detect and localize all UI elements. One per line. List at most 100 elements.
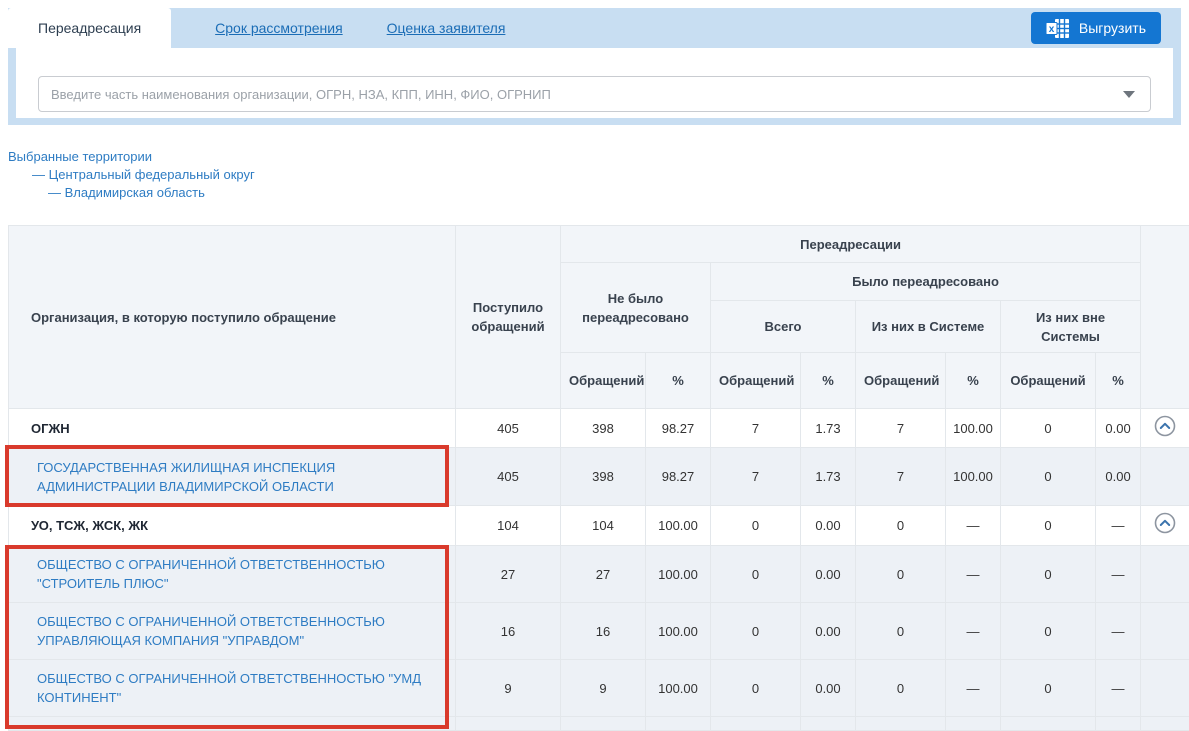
value-cell: 0 xyxy=(856,603,946,660)
tab-bar: Переадресация Срок рассмотрения Оценка з… xyxy=(16,8,1173,48)
value-cell: 0 xyxy=(856,660,946,717)
organization-link[interactable]: ОБЩЕСТВО С ОГРАНИЧЕННОЙ ОТВЕТСТВЕННОСТЬЮ… xyxy=(37,671,421,705)
table-row: ГОСУДАРСТВЕННАЯ ЖИЛИЩНАЯ ИНСПЕКЦИЯ АДМИН… xyxy=(9,448,1189,506)
value-cell: 398 xyxy=(561,409,646,448)
value-cell: 0.00 xyxy=(801,660,856,717)
value-cell: 9 xyxy=(561,660,646,717)
organization-link-cell: ОБЩЕСТВО С ОГРАНИЧЕННОЙ ОТВЕТСТВЕННОСТЬЮ… xyxy=(9,603,456,660)
organization-link-cell: ОБЩЕСТВО С ОГРАНИЧЕННОЙ ОТВЕТСТВЕННОСТЬЮ… xyxy=(9,546,456,603)
organization-link[interactable]: ОБЩЕСТВО С ОГРАНИЧЕННОЙ ОТВЕТСТВЕННОСТЬЮ… xyxy=(37,557,385,591)
value-cell: 100.00 xyxy=(946,409,1001,448)
value-cell: 0 xyxy=(711,546,801,603)
table-row: ОБЩЕСТВО С ОГРАНИЧЕННОЙ ОТВЕТСТВЕННОСТЬЮ… xyxy=(9,546,1189,603)
value-cell: 16 xyxy=(561,603,646,660)
svg-text:x: x xyxy=(1049,24,1055,35)
header-percent: % xyxy=(801,353,856,409)
value-cell: 0 xyxy=(711,660,801,717)
value-cell: 100.00 xyxy=(946,448,1001,506)
header-percent: % xyxy=(646,353,711,409)
header-received: Поступило обращений xyxy=(456,226,561,409)
value-cell: 0 xyxy=(1001,603,1096,660)
header-percent: % xyxy=(946,353,1001,409)
header-organization: Организация, в которую поступило обращен… xyxy=(9,226,456,409)
header-not-redirected: Не было переадресовано xyxy=(561,263,711,353)
collapse-cell xyxy=(1141,506,1189,546)
header-redirections: Переадресации xyxy=(561,226,1141,263)
organization-search-input[interactable] xyxy=(38,76,1151,112)
header-appeals: Обращений xyxy=(1001,353,1096,409)
tab-srok-rassmotreniya[interactable]: Срок рассмотрения xyxy=(215,20,343,36)
excel-icon: x xyxy=(1046,19,1070,38)
territory-link-vladimir-region[interactable]: — Владимирская область xyxy=(48,185,205,200)
value-cell: 0 xyxy=(1001,506,1096,546)
value-cell: 0 xyxy=(856,506,946,546)
tab-ocenka-zayavitelya[interactable]: Оценка заявителя xyxy=(387,20,506,36)
organization-link-cell: ОБЩЕСТВО С ОГРАНИЧЕННОЙ ОТВЕТСТВЕННОСТЬЮ… xyxy=(9,660,456,717)
territories-title-link[interactable]: Выбранные территории xyxy=(8,149,152,164)
table-row: УО, ТСЖ, ЖСК, ЖК104104100.0000.000—0— xyxy=(9,506,1189,546)
value-cell: 7 xyxy=(711,409,801,448)
table-row-partial xyxy=(9,717,1189,731)
collapse-group-button[interactable] xyxy=(1154,512,1176,534)
value-cell: 0 xyxy=(711,603,801,660)
value-cell: 0 xyxy=(1001,409,1096,448)
value-cell: 9 xyxy=(456,660,561,717)
value-cell: 0.00 xyxy=(801,506,856,546)
empty-icon-cell xyxy=(1141,546,1189,603)
value-cell: 0 xyxy=(1001,660,1096,717)
value-cell: 0 xyxy=(1001,448,1096,506)
value-cell: — xyxy=(1096,660,1141,717)
search-box xyxy=(38,76,1151,112)
organization-group-cell: УО, ТСЖ, ЖСК, ЖК xyxy=(9,506,456,546)
table-row: ОГЖН40539898.2771.737100.0000.00 xyxy=(9,409,1189,448)
table-row: ОБЩЕСТВО С ОГРАНИЧЕННОЙ ОТВЕТСТВЕННОСТЬЮ… xyxy=(9,660,1189,717)
value-cell: 98.27 xyxy=(646,448,711,506)
empty-icon-cell xyxy=(1141,448,1189,506)
value-cell: — xyxy=(946,660,1001,717)
value-cell: 100.00 xyxy=(646,546,711,603)
export-button[interactable]: x Выгрузить xyxy=(1031,12,1161,44)
filter-area xyxy=(16,48,1173,118)
value-cell: 7 xyxy=(711,448,801,506)
empty-icon-cell xyxy=(1141,603,1189,660)
value-cell: 1.73 xyxy=(801,409,856,448)
tab-pereadresaciya[interactable]: Переадресация xyxy=(8,8,171,48)
value-cell: 0.00 xyxy=(801,546,856,603)
value-cell: — xyxy=(946,546,1001,603)
dropdown-caret-icon[interactable] xyxy=(1123,91,1135,98)
value-cell: 398 xyxy=(561,448,646,506)
export-button-label: Выгрузить xyxy=(1079,20,1146,36)
table-row: ОБЩЕСТВО С ОГРАНИЧЕННОЙ ОТВЕТСТВЕННОСТЬЮ… xyxy=(9,603,1189,660)
organization-group-cell: ОГЖН xyxy=(9,409,456,448)
value-cell: 7 xyxy=(856,448,946,506)
value-cell: — xyxy=(1096,546,1141,603)
value-cell: 1.73 xyxy=(801,448,856,506)
value-cell: — xyxy=(1096,506,1141,546)
table-body: ОГЖН40539898.2771.737100.0000.00ГОСУДАРС… xyxy=(9,409,1189,731)
table-header: Организация, в которую поступило обращен… xyxy=(9,226,1189,409)
value-cell: 0.00 xyxy=(1096,448,1141,506)
value-cell: 0.00 xyxy=(801,603,856,660)
value-cell: — xyxy=(946,603,1001,660)
collapse-group-button[interactable] xyxy=(1154,415,1176,437)
header-redirected: Было переадресовано xyxy=(711,263,1141,301)
value-cell: 405 xyxy=(456,448,561,506)
collapse-cell xyxy=(1141,409,1189,448)
organization-link[interactable]: ОБЩЕСТВО С ОГРАНИЧЕННОЙ ОТВЕТСТВЕННОСТЬЮ… xyxy=(37,614,385,648)
header-appeals: Обращений xyxy=(711,353,801,409)
organization-link[interactable]: ГОСУДАРСТВЕННАЯ ЖИЛИЩНАЯ ИНСПЕКЦИЯ АДМИН… xyxy=(37,460,335,494)
value-cell: 27 xyxy=(456,546,561,603)
value-cell: 100.00 xyxy=(646,603,711,660)
value-cell: 7 xyxy=(856,409,946,448)
header-percent: % xyxy=(1096,353,1141,409)
value-cell: 0.00 xyxy=(1096,409,1141,448)
value-cell: 100.00 xyxy=(646,506,711,546)
empty-icon-cell xyxy=(1141,660,1189,717)
header-appeals: Обращений xyxy=(561,353,646,409)
territory-link-central-district[interactable]: — Центральный федеральный округ xyxy=(32,167,255,182)
header-appeals: Обращений xyxy=(856,353,946,409)
value-cell: 100.00 xyxy=(646,660,711,717)
header-in-system: Из них в Системе xyxy=(856,301,1001,353)
report-panel: Переадресация Срок рассмотрения Оценка з… xyxy=(8,8,1181,125)
value-cell: 98.27 xyxy=(646,409,711,448)
